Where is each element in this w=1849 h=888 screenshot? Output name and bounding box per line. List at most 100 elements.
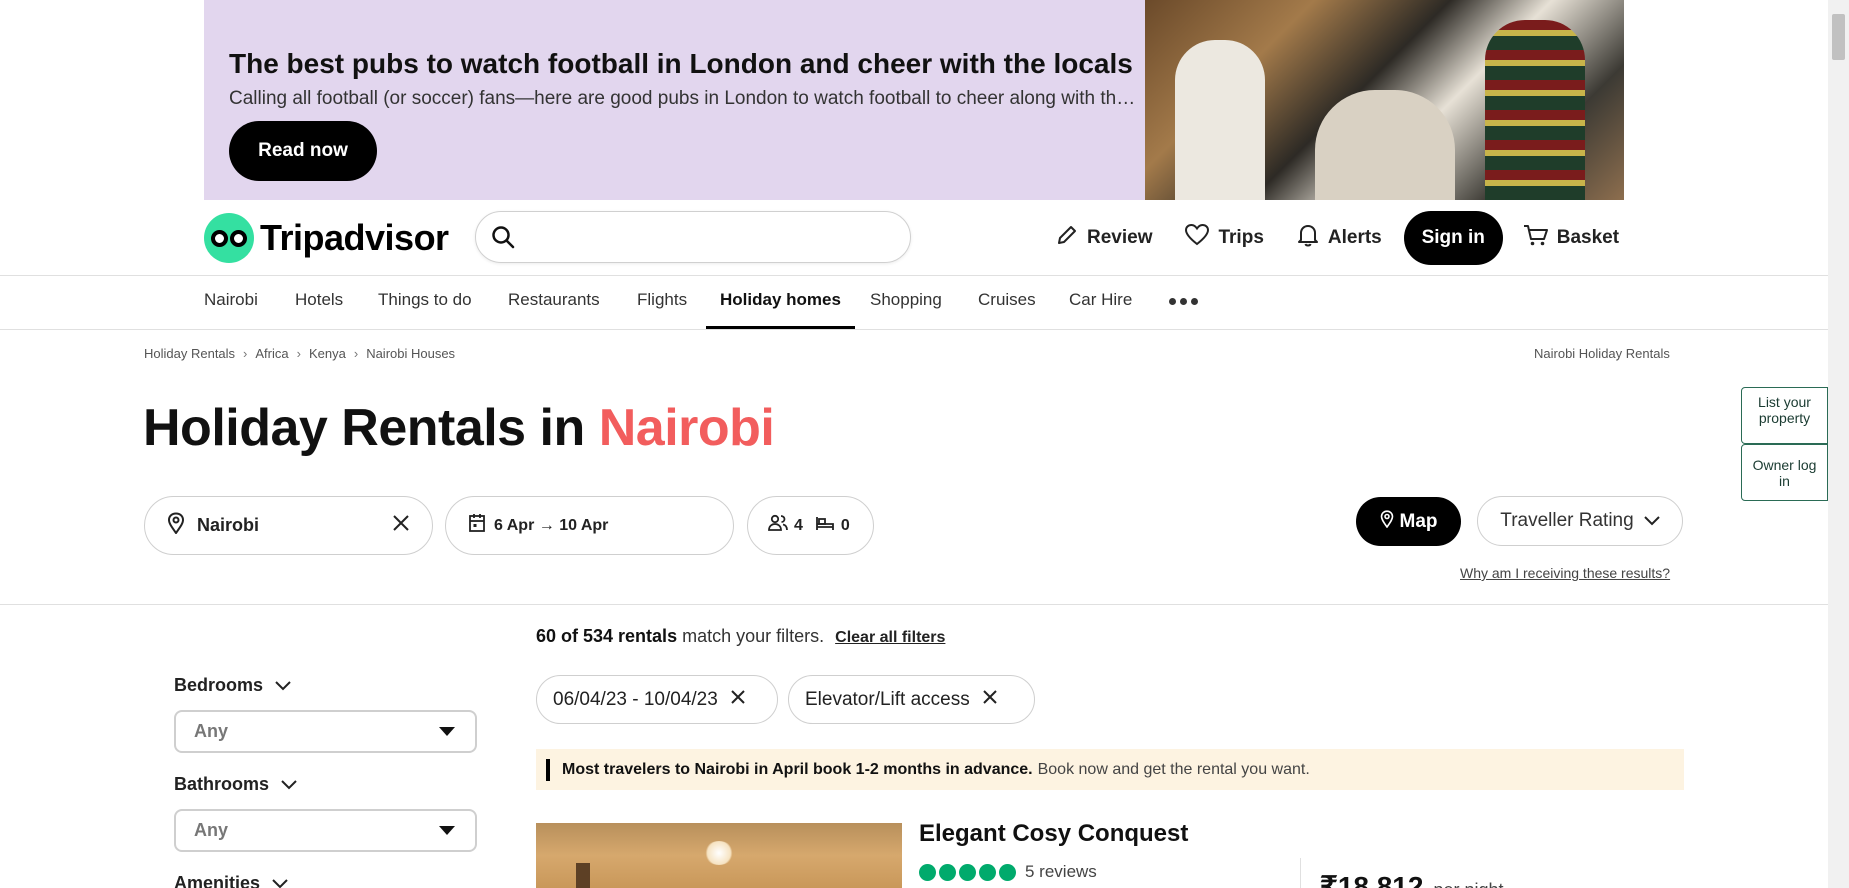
tab-nairobi[interactable]: Nairobi: [204, 276, 258, 329]
bed-icon: [815, 515, 835, 536]
basket-link[interactable]: Basket: [1523, 223, 1619, 253]
read-now-button[interactable]: Read now: [229, 121, 377, 181]
owner-login-tab[interactable]: Owner log in: [1741, 444, 1828, 501]
bathrooms-filter-toggle[interactable]: Bathrooms: [174, 774, 297, 795]
guests-icon: [768, 514, 788, 537]
location-field[interactable]: Nairobi: [144, 496, 433, 555]
ad-title: The best pubs to watch football in Londo…: [229, 48, 1133, 79]
bedrooms-filter-toggle[interactable]: Bedrooms: [174, 675, 291, 696]
page-title: Holiday Rentals in Nairobi: [143, 398, 775, 458]
nairobi-holiday-rentals-link[interactable]: Nairobi Holiday Rentals: [1534, 346, 1670, 361]
sort-dropdown[interactable]: Traveller Rating: [1477, 496, 1683, 546]
price-value: ₹18,812: [1320, 871, 1424, 888]
close-icon[interactable]: [982, 689, 998, 711]
breadcrumb-africa[interactable]: Africa: [255, 346, 288, 361]
close-icon[interactable]: [730, 689, 746, 711]
listing-rating[interactable]: 5 reviews: [919, 862, 1097, 882]
logo-text: Tripadvisor: [260, 217, 449, 258]
clear-location-icon[interactable]: [392, 514, 410, 537]
page-scrollbar[interactable]: [1828, 0, 1849, 888]
breadcrumb-holiday-rentals[interactable]: Holiday Rentals: [144, 346, 235, 361]
listing-price: ₹18,812 per night: [1320, 870, 1504, 888]
rating-bubble: [919, 863, 936, 881]
bedrooms-value: 0: [840, 516, 850, 534]
header-actions: Review Trips Alerts Sign in Basket: [1055, 211, 1651, 265]
tab-things-to-do[interactable]: Things to do: [378, 276, 472, 329]
trips-link[interactable]: Trips: [1184, 223, 1264, 253]
breadcrumb: Holiday Rentals › Africa › Kenya › Nairo…: [144, 346, 455, 361]
page-title-place: Nairobi: [598, 399, 775, 457]
chevron-down-icon: [272, 873, 288, 888]
clear-all-filters-link[interactable]: Clear all filters: [835, 629, 945, 646]
category-nav: Nairobi Hotels Things to do Restaurants …: [0, 275, 1828, 330]
chevron-down-icon: [281, 774, 297, 795]
notice-bold: Most travelers to Nairobi in April book …: [562, 760, 1033, 778]
map-button[interactable]: Map: [1356, 497, 1461, 546]
chevron-right-icon: ›: [296, 346, 301, 361]
results-count-suffix: match your filters.: [677, 626, 825, 646]
search-input[interactable]: [526, 220, 896, 254]
review-label: Review: [1087, 227, 1153, 248]
map-pin-icon: [1380, 509, 1394, 534]
alerts-link[interactable]: Alerts: [1296, 222, 1382, 254]
pencil-icon: [1055, 223, 1079, 253]
global-search[interactable]: [475, 211, 911, 263]
filter-chip-dates[interactable]: 06/04/23 - 10/04/23: [536, 675, 778, 724]
chevron-down-icon: [1643, 510, 1660, 532]
listing-divider: [1300, 858, 1301, 888]
bedrooms-select-value: Any: [194, 721, 229, 741]
more-icon[interactable]: [1169, 298, 1198, 305]
chevron-right-icon: ›: [243, 346, 248, 361]
basket-label: Basket: [1556, 227, 1620, 248]
section-divider: [0, 604, 1828, 605]
bedrooms-label: Bedrooms: [174, 675, 264, 695]
breadcrumb-nairobi-houses[interactable]: Nairobi Houses: [366, 346, 455, 361]
heart-icon: [1184, 223, 1210, 253]
tab-holiday-homes[interactable]: Holiday homes: [706, 276, 855, 329]
bathrooms-select[interactable]: Any: [174, 809, 477, 852]
tab-restaurants[interactable]: Restaurants: [508, 276, 600, 329]
guests-bedrooms-field[interactable]: 4 0: [747, 496, 874, 555]
bathrooms-label: Bathrooms: [174, 774, 270, 794]
review-link[interactable]: Review: [1055, 223, 1152, 253]
tab-shopping[interactable]: Shopping: [870, 276, 942, 329]
why-results-link[interactable]: Why am I receiving these results?: [1460, 565, 1670, 581]
rating-bubble: [999, 863, 1016, 881]
sort-value: Traveller Rating: [1500, 510, 1634, 531]
trips-label: Trips: [1218, 227, 1264, 248]
top-header: Tripadvisor Review Trips Alerts Sign in …: [0, 200, 1828, 276]
ad-photo: [1145, 0, 1624, 200]
listing-title[interactable]: Elegant Cosy Conquest: [919, 820, 1188, 848]
location-value: Nairobi: [197, 515, 260, 535]
amenities-filter-toggle[interactable]: Amenities: [174, 873, 288, 888]
bedrooms-select[interactable]: Any: [174, 710, 477, 753]
caret-down-icon: [439, 727, 455, 736]
tab-car-hire[interactable]: Car Hire: [1069, 276, 1132, 329]
sign-in-button[interactable]: Sign in: [1403, 211, 1503, 265]
tab-hotels[interactable]: Hotels: [295, 276, 343, 329]
tab-flights[interactable]: Flights: [637, 276, 687, 329]
tripadvisor-logo[interactable]: Tripadvisor: [204, 213, 449, 263]
filter-chip-elevator[interactable]: Elevator/Lift access: [788, 675, 1035, 724]
results-summary: 60 of 534 rentals match your filters. Cl…: [536, 626, 945, 647]
cart-icon: [1523, 223, 1549, 253]
rating-bubble: [939, 863, 956, 881]
date-range-value: 6 Apr → 10 Apr: [494, 516, 609, 534]
chip-label: Elevator/Lift access: [805, 688, 970, 710]
list-your-property-tab[interactable]: List your property: [1741, 387, 1828, 444]
breadcrumb-kenya[interactable]: Kenya: [309, 346, 346, 361]
ad-banner[interactable]: The best pubs to watch football in Londo…: [204, 0, 1624, 200]
guests-value: 4: [794, 516, 803, 534]
bathrooms-select-value: Any: [194, 820, 229, 840]
chevron-right-icon: ›: [353, 346, 359, 361]
tab-cruises[interactable]: Cruises: [978, 276, 1036, 329]
date-range-field[interactable]: 6 Apr → 10 Apr: [445, 496, 734, 555]
map-label: Map: [1399, 510, 1438, 532]
results-count: 60 of 534 rentals: [536, 626, 678, 646]
calendar-icon: [468, 513, 486, 538]
scrollbar-thumb[interactable]: [1832, 14, 1845, 60]
ad-subtitle: Calling all football (or soccer) fans—he…: [229, 88, 1139, 109]
listing-photo[interactable]: [536, 823, 902, 888]
page-title-prefix: Holiday Rentals in: [143, 399, 599, 457]
bell-icon: [1296, 222, 1320, 254]
